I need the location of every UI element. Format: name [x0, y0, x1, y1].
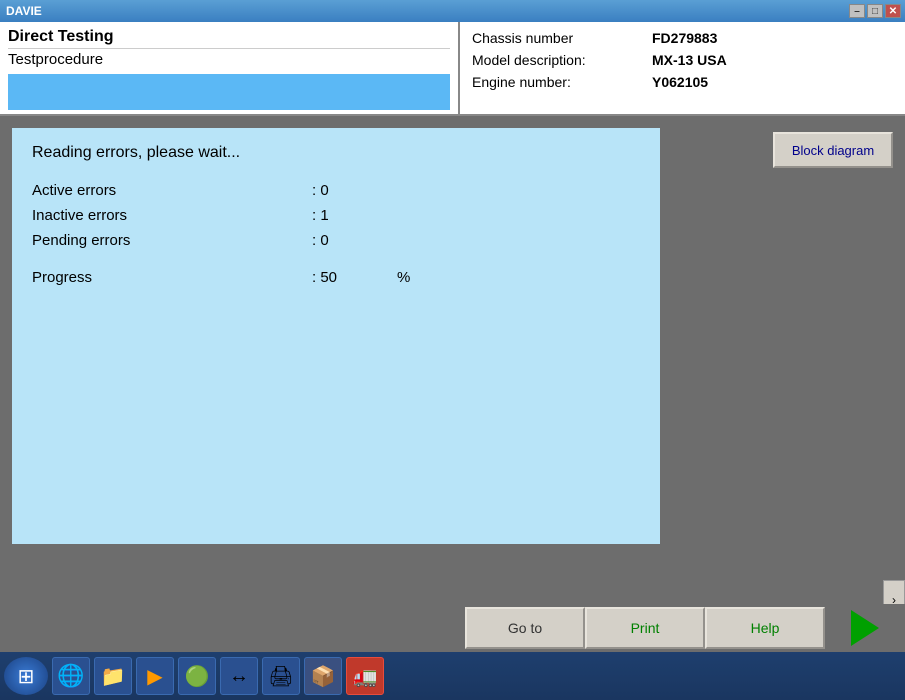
pending-errors-row: Pending errors : 0: [32, 232, 640, 249]
go-to-button[interactable]: Go to: [465, 607, 585, 649]
bottom-toolbar: Go to Print Help: [0, 604, 905, 652]
header-blue-bar: [8, 74, 450, 110]
taskbar-package-icon[interactable]: 📦: [304, 657, 342, 695]
model-row: Model description: MX-13 USA: [472, 52, 893, 68]
app-title: DAVIE: [6, 4, 42, 18]
block-diagram-button[interactable]: Block diagram: [773, 132, 893, 168]
chassis-row: Chassis number FD279883: [472, 30, 893, 46]
direct-testing-label: Direct Testing: [8, 26, 450, 48]
start-button[interactable]: ⊞: [4, 657, 48, 695]
engine-value: Y062105: [652, 74, 708, 90]
testprocedure-label: Testprocedure: [8, 48, 450, 70]
model-label: Model description:: [472, 52, 652, 68]
taskbar-truck-icon[interactable]: 🚛: [346, 657, 384, 695]
progress-label: Progress: [32, 269, 312, 286]
inactive-errors-row: Inactive errors : 1: [32, 207, 640, 224]
reading-panel: Reading errors, please wait... Active er…: [12, 128, 660, 544]
header-left: Direct Testing Testprocedure: [0, 22, 460, 114]
minimize-button[interactable]: –: [849, 4, 865, 18]
right-panel: Block diagram: [672, 128, 893, 544]
active-errors-value: : 0: [312, 182, 329, 199]
maximize-button[interactable]: □: [867, 4, 883, 18]
taskbar-ie-icon[interactable]: 🌐: [52, 657, 90, 695]
inactive-errors-label: Inactive errors: [32, 207, 312, 224]
pending-errors-value: : 0: [312, 232, 329, 249]
taskbar-folder-icon[interactable]: 📁: [94, 657, 132, 695]
taskbar: ⊞ 🌐 📁 ▶ 🟢 ↔ 🖨 📦 🚛: [0, 652, 905, 700]
chassis-value: FD279883: [652, 30, 717, 46]
progress-row: Progress : 50 %: [32, 269, 640, 286]
reading-status-text: Reading errors, please wait...: [32, 144, 640, 162]
chassis-label: Chassis number: [472, 30, 652, 46]
next-arrow-icon: [851, 610, 879, 646]
header: Direct Testing Testprocedure Chassis num…: [0, 22, 905, 116]
active-errors-row: Active errors : 0: [32, 182, 640, 199]
active-errors-label: Active errors: [32, 182, 312, 199]
print-button[interactable]: Print: [585, 607, 705, 649]
engine-label: Engine number:: [472, 74, 652, 90]
main-content: Reading errors, please wait... Active er…: [0, 116, 905, 556]
help-button[interactable]: Help: [705, 607, 825, 649]
next-button[interactable]: [825, 607, 905, 649]
taskbar-network-icon[interactable]: ↔: [220, 657, 258, 695]
title-bar: DAVIE – □ ✕: [0, 0, 905, 22]
taskbar-printer-icon[interactable]: 🖨: [262, 657, 300, 695]
inactive-errors-value: : 1: [312, 207, 329, 224]
header-right: Chassis number FD279883 Model descriptio…: [460, 22, 905, 114]
pending-errors-label: Pending errors: [32, 232, 312, 249]
taskbar-chrome-icon[interactable]: 🟢: [178, 657, 216, 695]
model-value: MX-13 USA: [652, 52, 727, 68]
close-button[interactable]: ✕: [885, 4, 901, 18]
progress-pct: %: [397, 269, 410, 286]
progress-value: : 50: [312, 269, 337, 286]
engine-row: Engine number: Y062105: [472, 74, 893, 90]
taskbar-media-icon[interactable]: ▶: [136, 657, 174, 695]
